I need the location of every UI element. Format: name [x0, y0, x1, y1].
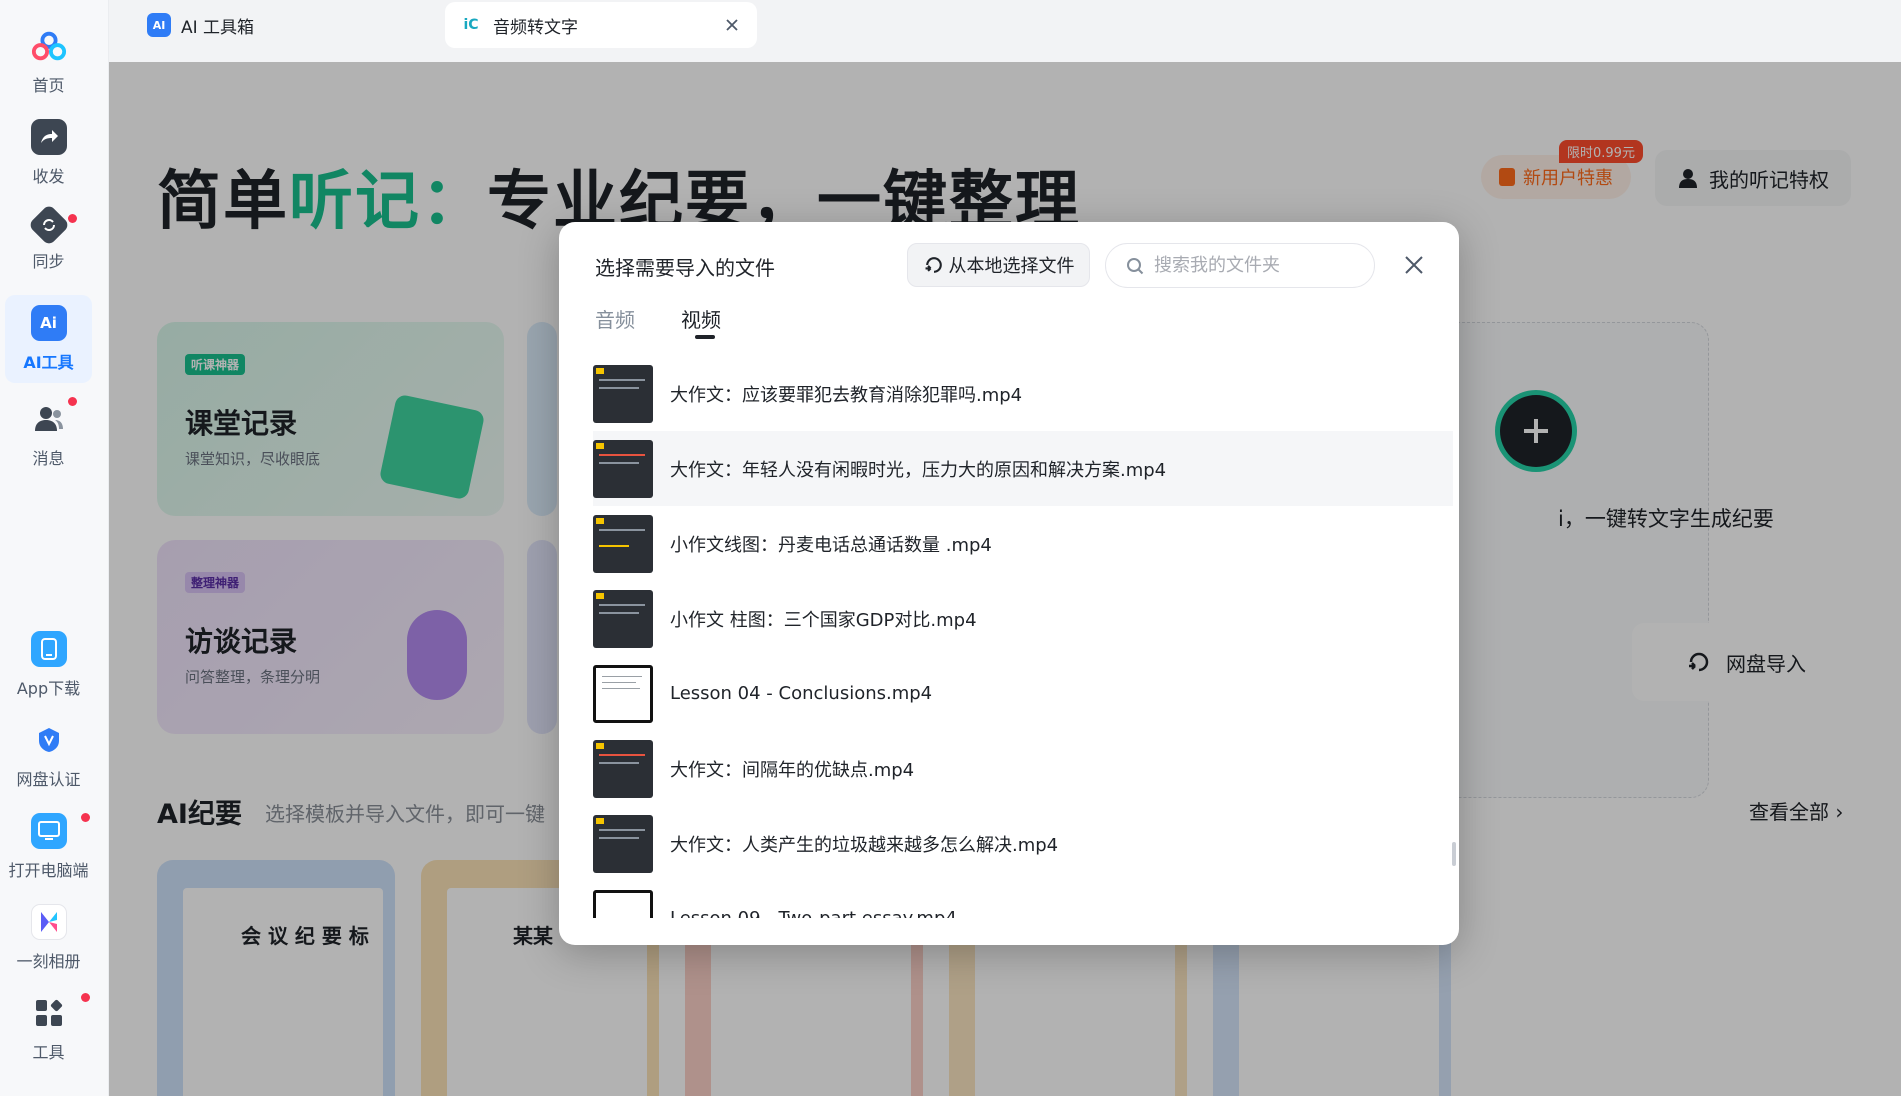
video-thumbnail: [593, 814, 653, 873]
sidebar-item-label: App下载: [16, 679, 81, 698]
file-name: 大作文：年轻人没有闲暇时光，压力大的原因和解决方案.mp4: [670, 459, 1167, 481]
close-tab-icon[interactable]: [721, 14, 743, 36]
sidebar-item-label: 同步: [32, 252, 65, 271]
sidebar-item-label: 打开电脑端: [8, 861, 89, 880]
import-icon: [925, 257, 942, 273]
sidebar-item-label: 工具: [32, 1043, 65, 1062]
sidebar-item-label: 收发: [32, 167, 65, 186]
search-icon: [1127, 257, 1144, 274]
modal-title: 选择需要导入的文件: [595, 256, 775, 280]
close-icon: [1405, 256, 1423, 274]
search-input[interactable]: [1154, 255, 1354, 276]
tab-video[interactable]: 视频: [681, 304, 721, 333]
video-thumbnail: [593, 514, 653, 573]
file-name: 大作文：人类产生的垃圾越来越多怎么解决.mp4: [670, 834, 1059, 856]
file-name: 大作文：应该要罪犯去教育消除犯罪吗.mp4: [670, 384, 1023, 406]
badge-dot: [81, 813, 90, 822]
sidebar-item-app-download[interactable]: App下载: [5, 621, 92, 709]
file-name: 小作文线图：丹麦电话总通话数量 .mp4: [670, 534, 992, 556]
file-item[interactable]: 大作文：年轻人没有闲暇时光，压力大的原因和解决方案.mp4: [593, 431, 1453, 506]
sidebar: 首页 收发 同步 Ai AI工具 消息 App下载 网盘认证 打开电脑端 一刻相…: [0, 0, 109, 1096]
tab-bar: AI AI 工具箱 iC 音频转文字: [109, 0, 1901, 62]
file-item[interactable]: Lesson 09 - Two-part essay.mp4: [593, 881, 1453, 918]
message-icon: [31, 401, 67, 437]
file-name: 小作文 柱图：三个国家GDP对比.mp4: [670, 609, 977, 631]
sidebar-item-label: 消息: [32, 449, 65, 468]
file-name: 大作文：间隔年的优缺点.mp4: [670, 759, 915, 781]
sidebar-item-album[interactable]: 一刻相册: [5, 894, 92, 982]
sidebar-item-netdisk-verify[interactable]: 网盘认证: [5, 712, 92, 800]
verify-icon: [31, 722, 67, 758]
file-name: Lesson 09 - Two-part essay.mp4: [670, 908, 957, 918]
file-item[interactable]: 大作文：人类产生的垃圾越来越多怎么解决.mp4: [593, 806, 1453, 881]
video-thumbnail: [593, 739, 653, 798]
sidebar-item-label: 首页: [32, 76, 65, 95]
sidebar-item-label: 网盘认证: [16, 770, 81, 789]
video-thumbnail: [593, 439, 653, 498]
sidebar-item-messages[interactable]: 消息: [5, 391, 92, 479]
video-thumbnail: [593, 889, 653, 918]
video-thumbnail: [593, 364, 653, 423]
video-thumbnail: [593, 664, 653, 723]
file-list: 大作文：应该要罪犯去教育消除犯罪吗.mp4 大作文：年轻人没有闲暇时光，压力大的…: [593, 356, 1453, 918]
tab-audio[interactable]: 音频: [595, 304, 635, 333]
video-thumbnail: [593, 589, 653, 648]
search-box: [1105, 243, 1375, 288]
sidebar-item-open-desktop[interactable]: 打开电脑端: [5, 803, 92, 891]
tab-ai-toolbox[interactable]: AI AI 工具箱: [133, 2, 363, 48]
tab-label: AI 工具箱: [181, 17, 255, 38]
ai-icon: Ai: [30, 305, 67, 341]
file-import-modal: 选择需要导入的文件 从本地选择文件 音频 视频 大作文：应该要罪犯去教育消除犯罪…: [559, 222, 1459, 945]
tab-label: 音频转文字: [493, 17, 578, 38]
monitor-icon: [30, 813, 67, 849]
sidebar-item-home[interactable]: 首页: [5, 18, 92, 106]
file-item[interactable]: 小作文 柱图：三个国家GDP对比.mp4: [593, 581, 1453, 656]
file-name: Lesson 04 - Conclusions.mp4: [670, 683, 933, 704]
badge-dot: [68, 397, 77, 406]
badge-dot: [81, 993, 90, 1002]
sidebar-item-tools[interactable]: 工具: [5, 985, 92, 1073]
file-item[interactable]: 大作文：应该要罪犯去教育消除犯罪吗.mp4: [593, 356, 1453, 431]
select-local-file-button[interactable]: 从本地选择文件: [907, 243, 1090, 287]
sidebar-item-ai-tools[interactable]: Ai AI工具: [5, 295, 92, 383]
file-item[interactable]: 大作文：间隔年的优缺点.mp4: [593, 731, 1453, 806]
sidebar-item-share[interactable]: 收发: [5, 109, 92, 197]
ai-toolbox-logo-icon: AI: [147, 13, 171, 37]
file-item[interactable]: 小作文线图：丹麦电话总通话数量 .mp4: [593, 506, 1453, 581]
sync-icon: [27, 203, 70, 247]
sidebar-item-sync[interactable]: 同步: [5, 200, 92, 288]
tools-icon: [31, 995, 67, 1031]
select-local-file-label: 从本地选择文件: [948, 256, 1075, 277]
badge-dot: [68, 214, 77, 223]
file-item[interactable]: Lesson 04 - Conclusions.mp4: [593, 656, 1453, 731]
sidebar-item-label: 一刻相册: [16, 952, 81, 971]
audio-to-text-logo-icon: iC: [459, 13, 483, 37]
active-tab-indicator: [695, 335, 715, 339]
sidebar-item-label: AI工具: [23, 353, 74, 372]
share-icon: [30, 119, 67, 155]
album-icon: [30, 904, 67, 940]
file-list-scrollbar[interactable]: [1452, 842, 1456, 866]
logo-cloud-icon: [31, 28, 67, 64]
close-modal-button[interactable]: [1399, 250, 1429, 280]
phone-icon: [30, 631, 67, 667]
tab-audio-to-text[interactable]: iC 音频转文字: [445, 2, 757, 48]
